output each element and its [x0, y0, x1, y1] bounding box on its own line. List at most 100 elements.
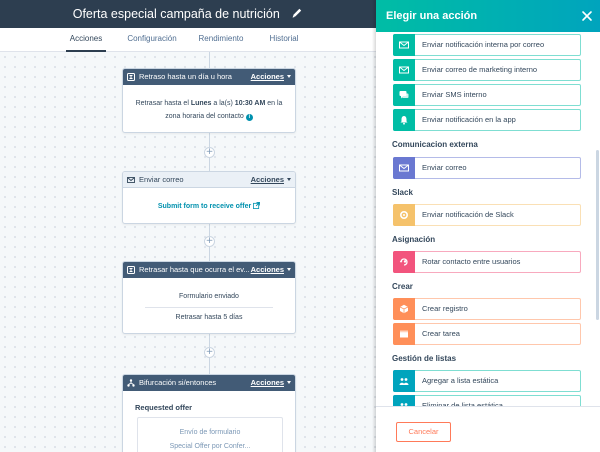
actions-label: Acciones [250, 175, 284, 184]
actions-label: Acciones [250, 265, 284, 274]
send-email-card-header: Enviar correo Acciones [123, 172, 295, 188]
branch-condition-line1: Envío de formulario [179, 429, 241, 436]
section-list-management: Gestión de listas [392, 354, 457, 363]
event-delay-card-title: Retrasar hasta que ocurra el ev... [139, 265, 250, 274]
add-action-plus-icon[interactable]: + [204, 347, 215, 358]
delay-text-suffix: en la [265, 100, 283, 107]
delay-text-prefix: Retrasar hasta el [135, 100, 191, 107]
action-send-email[interactable]: Enviar correo [393, 157, 581, 179]
panel-title: Elegir una acción [386, 10, 478, 22]
action-label: Eliminar de lista estática [422, 401, 503, 406]
branch-label: Requested offer [135, 403, 193, 412]
panel-header: Elegir una acción [376, 0, 600, 32]
envelope-icon [127, 177, 135, 183]
users-icon [393, 370, 415, 392]
tab-acciones[interactable]: Acciones [66, 28, 106, 52]
chevron-down-icon [287, 268, 291, 271]
action-label: Crear tarea [422, 329, 460, 338]
bell-icon [393, 109, 415, 131]
section-create: Crear [392, 282, 413, 291]
external-link-icon[interactable] [253, 202, 261, 209]
cancel-button[interactable]: Cancelar [396, 422, 451, 442]
section-slack: Slack [392, 188, 413, 197]
branch-card-header: Bifurcación si/entonces Acciones [123, 375, 295, 391]
users-icon [393, 395, 415, 406]
event-delay-card-header: Retrasar hasta que ocurra el ev... Accio… [123, 262, 295, 278]
action-label: Enviar notificación de Slack [422, 210, 514, 219]
action-rotate-contact[interactable]: Rotar contacto entre usuarios [393, 251, 581, 273]
action-internal-marketing-email[interactable]: Enviar correo de marketing interno [393, 59, 581, 81]
add-action-plus-icon[interactable]: + [204, 236, 215, 247]
chevron-down-icon [287, 381, 291, 384]
tab-rendimiento[interactable]: Rendimiento [196, 28, 246, 52]
action-label: Agregar a lista estática [422, 376, 499, 385]
action-remove-from-static-list[interactable]: Eliminar de lista estática [393, 395, 581, 406]
actions-label: Acciones [250, 72, 284, 81]
delay-text-line2: zona horaria del contacto [165, 113, 244, 120]
branch-condition-line2: Special Offer por Confer... [169, 443, 251, 450]
action-label: Enviar SMS interno [422, 90, 487, 99]
actions-dropdown[interactable]: Acciones [250, 172, 291, 187]
action-add-to-static-list[interactable]: Agregar a lista estática [393, 370, 581, 392]
envelope-icon [393, 59, 415, 81]
pencil-icon[interactable] [291, 7, 303, 19]
delay-day: Lunes [190, 100, 212, 107]
delay-card[interactable]: Retraso hasta un día u hora Acciones Ret… [122, 68, 296, 133]
workflow-title[interactable]: Oferta especial campaña de nutrición [73, 7, 280, 21]
action-slack-notification[interactable]: Enviar notificación de Slack [393, 204, 581, 226]
close-icon[interactable] [580, 9, 594, 23]
delay-card-text: Retrasar hasta el Lunes a la(s) 10:30 AM… [123, 97, 295, 123]
divider [145, 307, 273, 308]
section-assignment: Asignación [392, 235, 436, 244]
event-delay-card[interactable]: Retrasar hasta que ocurra el ev... Accio… [122, 261, 296, 334]
send-email-card-title: Enviar correo [139, 175, 184, 184]
chevron-down-icon [287, 75, 291, 78]
action-label: Rotar contacto entre usuarios [422, 257, 521, 266]
slack-icon [393, 204, 415, 226]
actions-dropdown[interactable]: Acciones [251, 69, 291, 85]
actions-label: Acciones [250, 378, 284, 387]
cube-icon [393, 298, 415, 320]
action-label: Enviar notificación en la app [422, 115, 516, 124]
connector-line [209, 52, 210, 68]
actions-dropdown[interactable]: Acciones [251, 262, 291, 278]
branch-icon [127, 379, 135, 387]
branch-card[interactable]: Bifurcación si/entonces Acciones Request… [122, 374, 296, 452]
send-email-card[interactable]: Enviar correo Acciones Submit form to re… [122, 171, 296, 224]
workflow-canvas[interactable]: + + + Retraso hasta un día u hora Accion… [0, 52, 376, 452]
actions-dropdown[interactable]: Acciones [251, 375, 291, 391]
delay-time: 10:30 AM [234, 100, 266, 107]
tabs-bar: Acciones Configuración Rendimiento Histo… [0, 28, 376, 52]
envelope-icon [393, 34, 415, 56]
top-bar: Oferta especial campaña de nutrición [0, 0, 376, 28]
tab-historial[interactable]: Historial [264, 28, 304, 52]
delay-card-header: Retraso hasta un día u hora Acciones [123, 69, 295, 85]
tab-configuracion[interactable]: Configuración [124, 28, 180, 52]
action-internal-sms[interactable]: Enviar SMS interno [393, 84, 581, 106]
action-label: Enviar correo de marketing interno [422, 65, 538, 74]
delay-text-middle: a la(s) [211, 100, 235, 107]
clock-icon [127, 266, 135, 274]
add-action-plus-icon[interactable]: + [204, 147, 215, 158]
action-label: Enviar notificación interna por correo [422, 40, 545, 49]
workflow-title-area[interactable]: Oferta especial campaña de nutrición [0, 0, 376, 28]
action-create-record[interactable]: Crear registro [393, 298, 581, 320]
info-icon[interactable]: i [245, 114, 253, 121]
action-internal-email-notification[interactable]: Enviar notificación interna por correo [393, 34, 581, 56]
email-link-label[interactable]: Submit form to receive offer [158, 203, 251, 210]
event-delay-line1: Formulario enviado [179, 293, 239, 300]
section-external-communication: Comunicacion externa [392, 140, 478, 149]
event-delay-line2: Retrasar hasta 5 días [175, 314, 243, 321]
delay-card-title: Retraso hasta un día u hora [139, 72, 232, 81]
clock-icon [127, 73, 135, 81]
chat-icon [393, 84, 415, 106]
action-create-task[interactable]: Crear tarea [393, 323, 581, 345]
panel-footer: Cancelar [376, 406, 600, 452]
action-in-app-notification[interactable]: Enviar notificación en la app [393, 109, 581, 131]
action-label: Enviar correo [422, 163, 467, 172]
branch-condition-box[interactable]: Envío de formulario Special Offer por Co… [137, 417, 283, 452]
action-list[interactable]: Enviar notificación interna por correo E… [376, 32, 600, 406]
envelope-icon [393, 157, 415, 179]
email-link[interactable]: Submit form to receive offer [123, 202, 295, 210]
panel-scrollbar[interactable] [596, 150, 599, 320]
